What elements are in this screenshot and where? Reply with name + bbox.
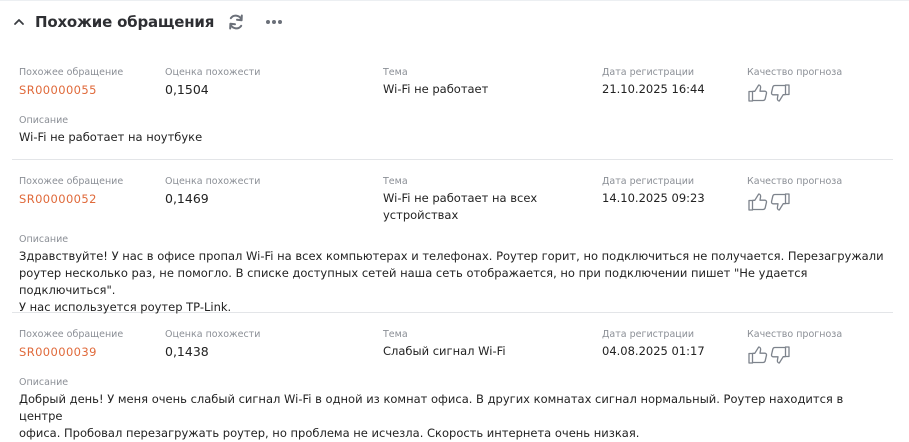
topic-value: Wi-Fi не работает [383, 82, 489, 96]
similar-case-field: Похожее обращение SR00000039 [19, 329, 159, 361]
quality-label: Качество прогноза [747, 176, 843, 187]
quality-buttons [747, 344, 887, 366]
case-link[interactable]: SR00000055 [19, 82, 97, 99]
description-label: Описание [19, 234, 69, 245]
topic-field: Тема Wi-Fi не работает [383, 67, 563, 98]
thumbs-up-icon [748, 346, 768, 364]
score-label: Оценка похожести [165, 329, 261, 340]
date-value: 14.10.2025 09:23 [602, 191, 705, 205]
quality-label: Качество прогноза [747, 67, 843, 78]
quality-field: Качество прогноза [747, 329, 887, 366]
quality-field: Качество прогноза [747, 67, 887, 104]
date-field: Дата регистрации 04.08.2025 01:17 [602, 329, 742, 360]
description-text: Здравствуйте! У нас в офисе пропал Wi-Fi… [19, 249, 884, 314]
refresh-button[interactable] [226, 12, 246, 32]
section-title: Похожие обращения [35, 13, 215, 31]
like-button[interactable] [747, 344, 769, 366]
thumbs-up-icon [748, 84, 768, 102]
more-horizontal-icon [266, 20, 283, 24]
case-link[interactable]: SR00000039 [19, 344, 97, 361]
dislike-button[interactable] [769, 344, 791, 366]
score-label: Оценка похожести [165, 67, 261, 78]
description-text: Добрый день! У меня очень слабый сигнал … [19, 392, 844, 440]
date-field: Дата регистрации 21.10.2025 16:44 [602, 67, 742, 98]
quality-field: Качество прогноза [747, 176, 887, 213]
more-button[interactable] [264, 12, 284, 32]
case-link[interactable]: SR00000052 [19, 191, 97, 208]
thumbs-down-icon [770, 193, 790, 211]
date-label: Дата регистрации [602, 67, 695, 78]
quality-buttons [747, 191, 887, 213]
case-card: Похожее обращение SR00000039 Оценка похо… [12, 325, 893, 440]
case-card: Похожее обращение SR00000052 Оценка похо… [12, 172, 893, 316]
topic-label: Тема [383, 176, 408, 187]
date-field: Дата регистрации 14.10.2025 09:23 [602, 176, 742, 207]
score-field: Оценка похожести 0,1438 [165, 329, 365, 360]
description-field: Описание Здравствуйте! У нас в офисе про… [19, 234, 889, 316]
topic-field: Тема Слабый сигнал Wi-Fi [383, 329, 563, 360]
similar-case-label: Похожее обращение [19, 329, 124, 340]
dislike-button[interactable] [769, 191, 791, 213]
topic-value: Wi-Fi не работает на всех устройствах [383, 191, 538, 222]
similar-case-label: Похожее обращение [19, 67, 124, 78]
score-value: 0,1438 [165, 344, 209, 359]
score-value: 0,1504 [165, 82, 209, 97]
similar-case-field: Похожее обращение SR00000052 [19, 176, 159, 208]
description-field: Описание Wi-Fi не работает на ноутбуке [19, 115, 889, 146]
score-value: 0,1469 [165, 191, 209, 206]
like-button[interactable] [747, 82, 769, 104]
topic-label: Тема [383, 329, 408, 340]
score-label: Оценка похожести [165, 176, 261, 187]
like-button[interactable] [747, 191, 769, 213]
similar-case-field: Похожее обращение SR00000055 [19, 67, 159, 99]
similar-cases-panel: Похожие обращения Похожее обращение SR00… [0, 0, 909, 440]
score-field: Оценка похожести 0,1469 [165, 176, 365, 207]
thumbs-down-icon [770, 84, 790, 102]
topic-value: Слабый сигнал Wi-Fi [383, 344, 506, 358]
similar-case-label: Похожее обращение [19, 176, 124, 187]
refresh-icon [229, 14, 243, 30]
topic-field: Тема Wi-Fi не работает на всех устройств… [383, 176, 563, 224]
section-header: Похожие обращения [12, 9, 284, 35]
topic-label: Тема [383, 67, 408, 78]
collapse-button[interactable] [12, 15, 26, 29]
chevron-up-icon [14, 19, 24, 25]
description-field: Описание Добрый день! У меня очень слабы… [19, 377, 889, 442]
date-value: 21.10.2025 16:44 [602, 82, 705, 96]
score-field: Оценка похожести 0,1504 [165, 67, 365, 98]
dislike-button[interactable] [769, 82, 791, 104]
description-label: Описание [19, 377, 69, 388]
description-label: Описание [19, 115, 69, 126]
case-card: Похожее обращение SR00000055 Оценка похо… [12, 63, 893, 160]
description-text: Wi-Fi не работает на ноутбуке [19, 130, 203, 144]
date-label: Дата регистрации [602, 176, 695, 187]
thumbs-down-icon [770, 346, 790, 364]
thumbs-up-icon [748, 193, 768, 211]
quality-label: Качество прогноза [747, 329, 843, 340]
date-label: Дата регистрации [602, 329, 695, 340]
quality-buttons [747, 82, 887, 104]
date-value: 04.08.2025 01:17 [602, 344, 705, 358]
